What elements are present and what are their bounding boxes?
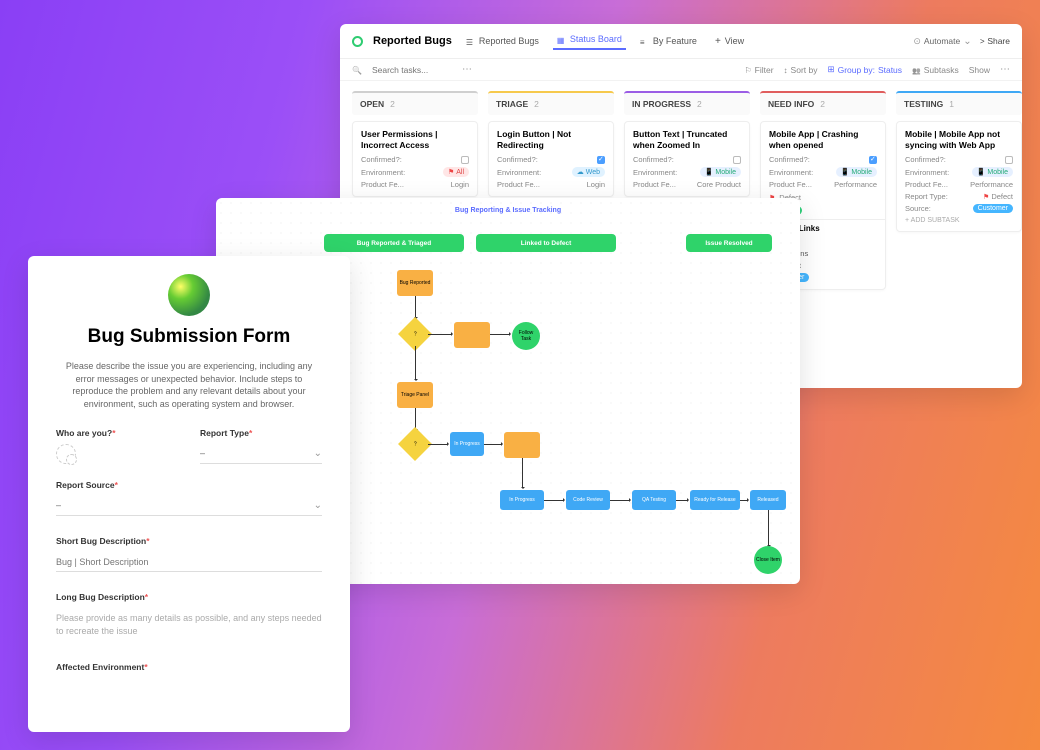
sort-icon [784,65,788,75]
card[interactable]: Login Button | Not Redirecting Confirmed… [488,121,614,197]
show-button[interactable]: Show [969,65,990,75]
flow-node-inprogress-2[interactable]: In Progress [500,490,544,510]
tab-by-feature[interactable]: By Feature [636,34,701,48]
tab-status-board[interactable]: Status Board [553,32,626,50]
group-by-button[interactable]: ⊞ Group by: Status [827,64,902,75]
who-avatar-picker[interactable] [56,444,76,464]
flag-icon [448,168,454,176]
short-desc-label: Short Bug Description* [56,536,322,546]
report-type-label: Report Type* [200,428,322,438]
status-circle-icon [352,36,363,47]
report-source-label: Report Source* [56,480,322,490]
flow-banner-2: Linked to Defect [476,234,616,252]
plus-icon [715,36,721,47]
column-header[interactable]: IN PROGRESS 2 [624,91,750,115]
board-toolbar: Filter Sort by ⊞ Group by: Status Subtas… [340,59,1022,81]
short-desc-input[interactable] [56,553,322,572]
share-icon [980,36,985,46]
form-panel: Bug Submission Form Please describe the … [28,256,350,732]
flow-node-qa-testing[interactable]: QA Testing [632,490,676,510]
column-header[interactable]: TESTIING 1 [896,91,1022,115]
flow-arrow [490,334,510,335]
column-header[interactable]: NEED INFO 2 [760,91,886,115]
flow-arrow [768,510,769,546]
flow-banner-1: Bug Reported & Triaged [324,234,464,252]
checkbox[interactable] [733,156,741,164]
column-header[interactable]: OPEN 2 [352,91,478,115]
flow-node-followup[interactable]: Follow Task [512,322,540,350]
flow-node-close[interactable]: Close Item [754,546,782,574]
who-label: Who are you?* [56,428,178,438]
toolbar-more-icon[interactable] [1000,64,1010,75]
tab-add-view[interactable]: View [711,34,748,49]
flow-arrow [484,444,502,445]
card-title: Login Button | Not Redirecting [497,129,605,150]
flow-banner-3: Issue Resolved [686,234,772,252]
flow-node-triage[interactable]: Triage Panel [397,382,433,408]
card-title: Mobile | Mobile App not syncing with Web… [905,129,1013,150]
chevron-down-icon [314,500,322,511]
report-source-select[interactable]: – [56,496,322,516]
flow-node-reported[interactable]: Bug Reported [397,270,433,296]
flow-node-inprogress[interactable]: In Progress [450,432,484,456]
flow-node-ready-release[interactable]: Ready for Release [690,490,740,510]
column-header[interactable]: TRIAGE 2 [488,91,614,115]
form-title: Bug Submission Form [56,326,322,348]
subtasks-icon [912,65,921,75]
filter-button[interactable]: Filter [744,65,773,75]
flow-arrow [610,500,630,501]
column-testing: TESTIING 1 Mobile | Mobile App not synci… [896,91,1022,378]
card-title: User Permissions | Incorrect Access [361,129,469,150]
sort-button[interactable]: Sort by [784,65,818,75]
flow-node-orange-3[interactable] [504,432,540,458]
robot-icon [913,36,921,47]
form-avatar [168,274,210,316]
flow-arrow [544,500,564,501]
search-icon [352,65,362,75]
chevron-down-icon [314,448,322,459]
card[interactable]: User Permissions | Incorrect Access Conf… [352,121,478,197]
automate-button[interactable]: Automate [913,36,971,47]
add-subtask-button[interactable]: + ADD SUBTASK [905,217,1013,224]
report-type-select[interactable]: – [200,444,322,464]
flow-node-released[interactable]: Released [750,490,786,510]
checkbox-checked[interactable] [597,156,605,164]
flow-arrow [740,500,748,501]
long-desc-label: Long Bug Description* [56,592,322,602]
form-description: Please describe the issue you are experi… [56,360,322,410]
checkbox-checked[interactable] [869,156,877,164]
tab-reported-bugs[interactable]: Reported Bugs [462,34,543,48]
search-more-icon[interactable] [462,64,472,75]
card[interactable]: Mobile | Mobile App not syncing with Web… [896,121,1022,232]
flow-node-decision-2[interactable]: ? [398,427,432,461]
flow-arrow [522,458,523,488]
env-label: Affected Environment* [56,662,322,672]
board-icon [557,35,566,44]
search-input[interactable] [372,65,452,75]
flow-node-code-review[interactable]: Code Review [566,490,610,510]
flow-arrow [428,444,448,445]
checkbox[interactable] [461,156,469,164]
flow-arrow [415,346,416,380]
checkbox[interactable] [1005,156,1013,164]
subtasks-button[interactable]: Subtasks [912,65,959,75]
list-icon [466,37,475,46]
share-button[interactable]: Share [980,36,1010,46]
card[interactable]: Button Text | Truncated when Zoomed In C… [624,121,750,197]
long-desc-input[interactable]: Please provide as many details as possib… [56,608,322,641]
flow-node-orange-2[interactable] [454,322,490,348]
card-title: Button Text | Truncated when Zoomed In [633,129,741,150]
flow-arrow [428,334,452,335]
filter-icon [744,65,751,75]
board-header: Reported Bugs Reported Bugs Status Board… [340,24,1022,59]
board-title: Reported Bugs [373,35,452,47]
flow-arrow [676,500,688,501]
feature-icon [640,37,649,46]
chevron-down-icon [963,36,971,47]
flow-title: Bug Reporting & Issue Tracking [455,207,561,214]
flow-arrow [415,296,416,318]
card-title: Mobile App | Crashing when opened [769,129,877,150]
flag-icon [983,192,989,201]
